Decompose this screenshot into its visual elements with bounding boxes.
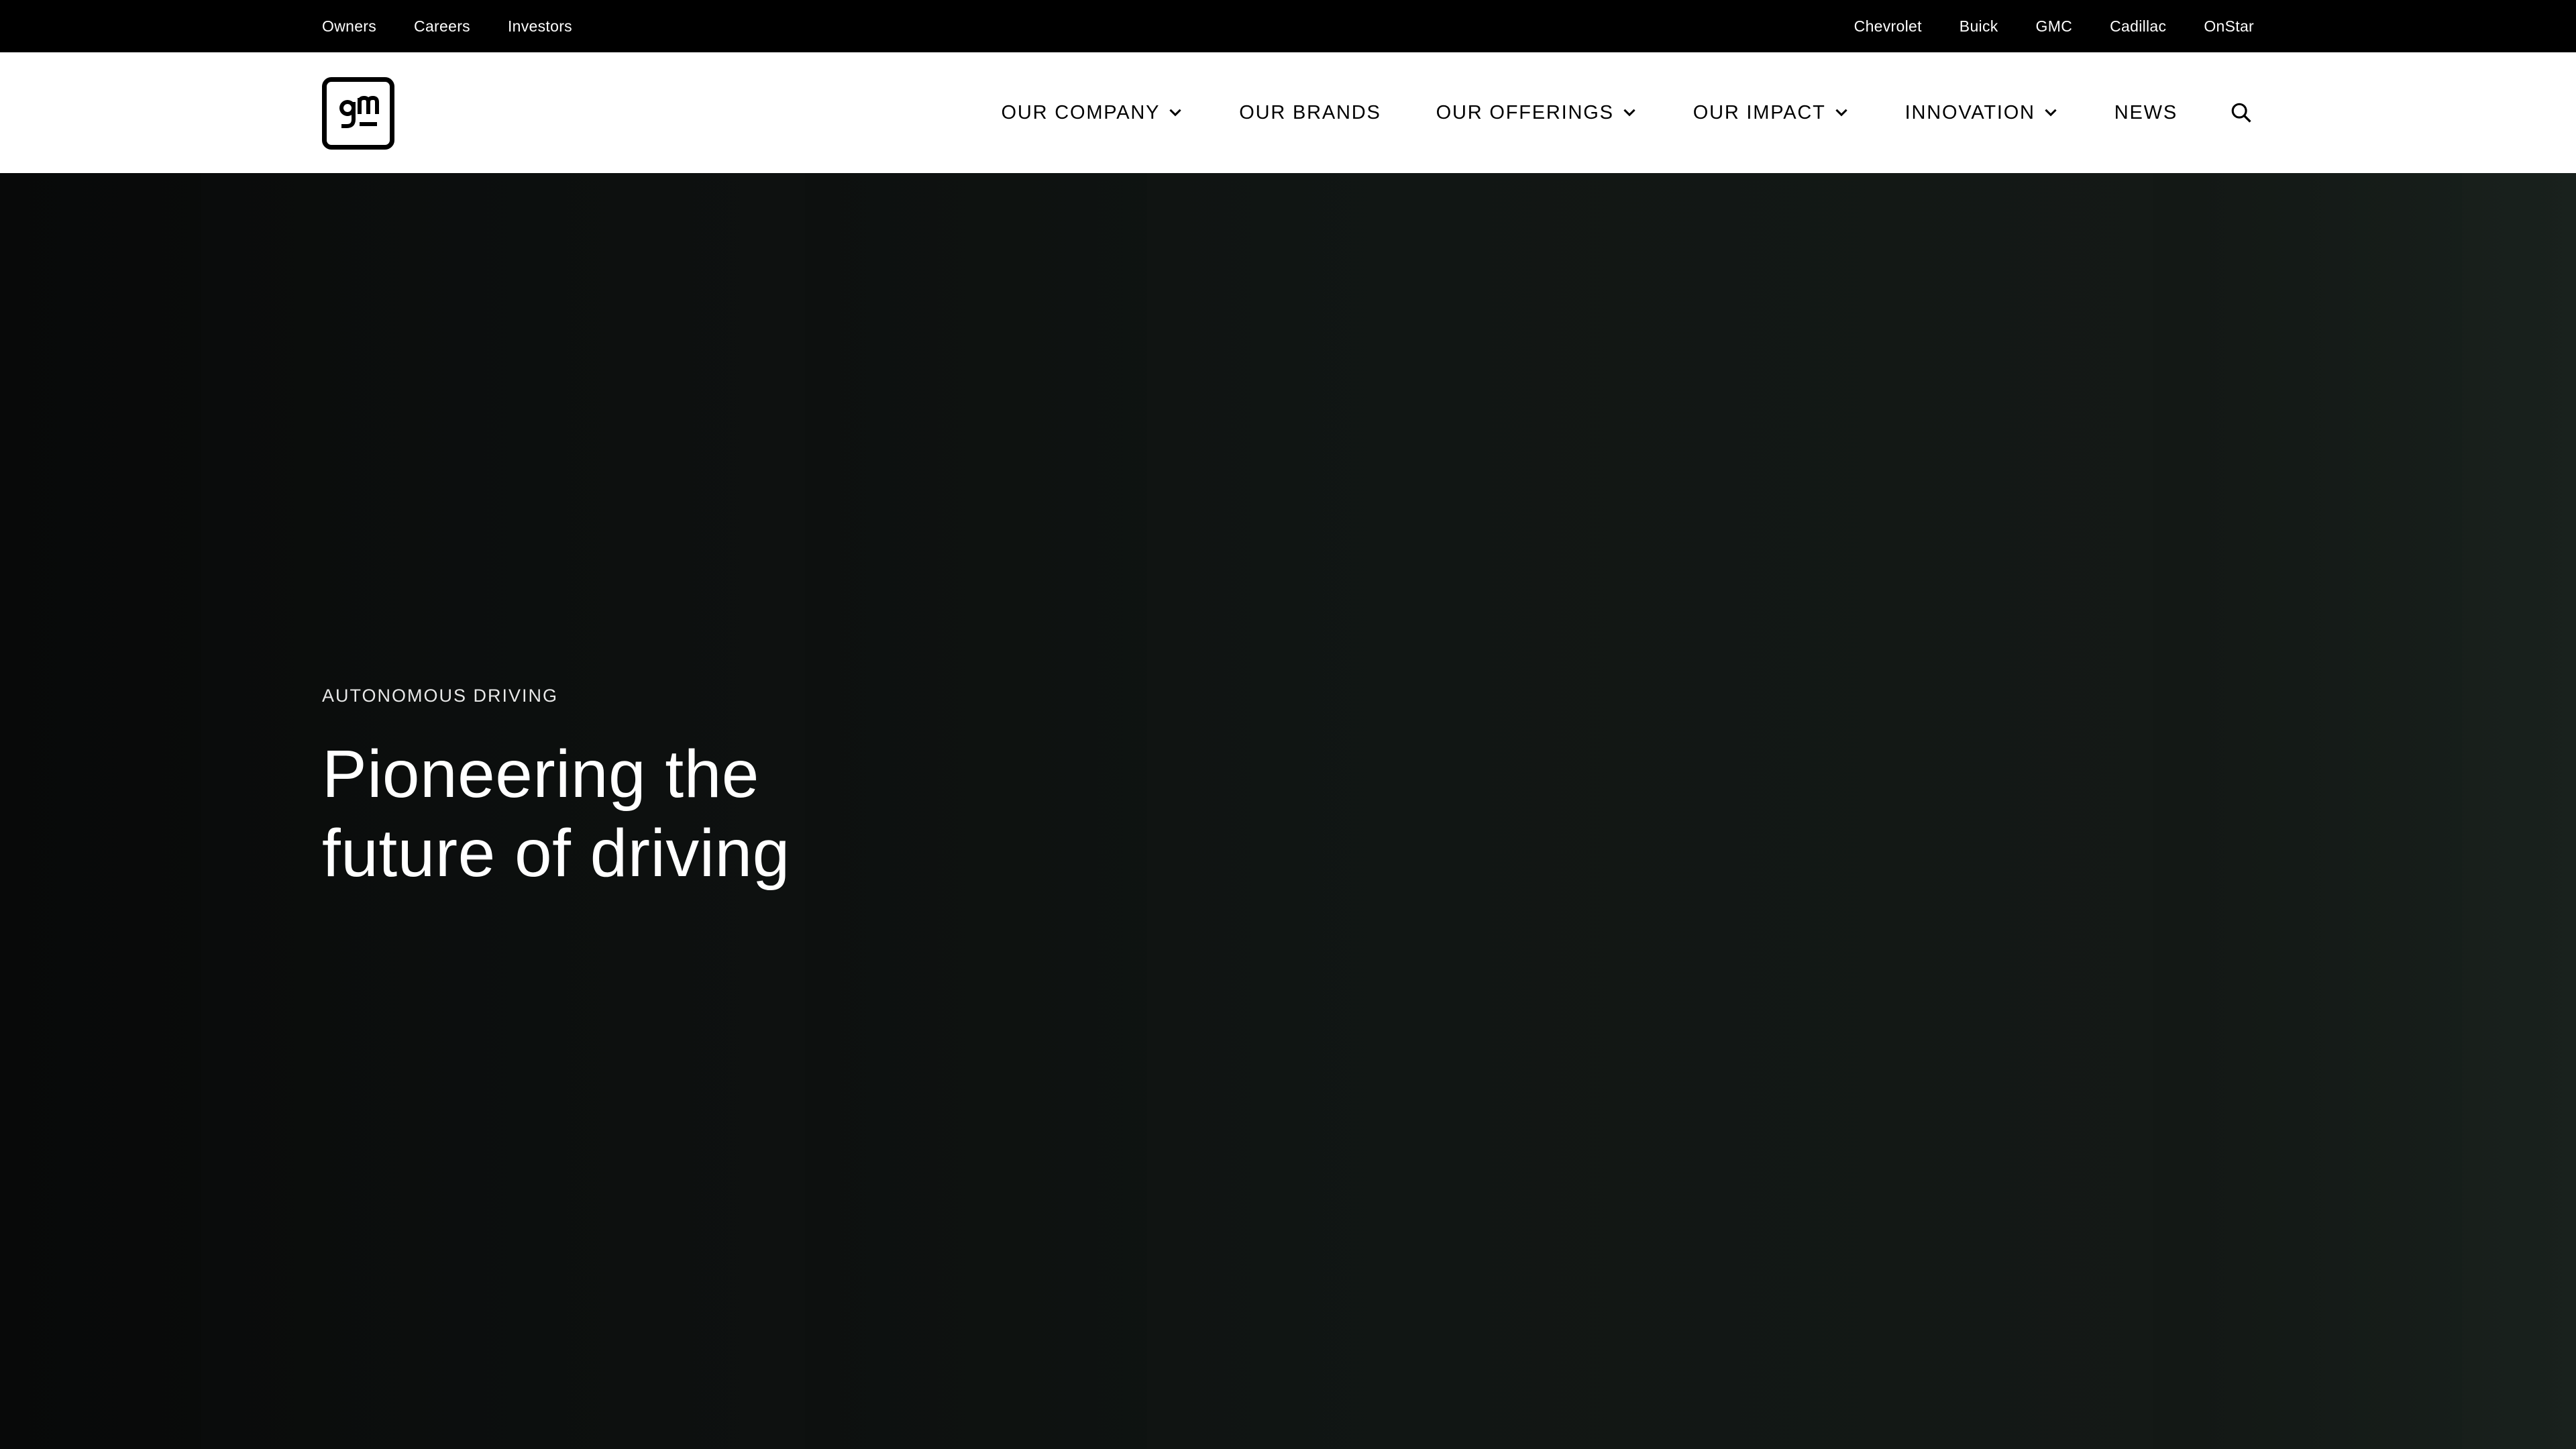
search-button[interactable]	[2229, 100, 2254, 125]
nav-label: OUR IMPACT	[1693, 101, 1826, 123]
brand-link-chevrolet[interactable]: Chevrolet	[1854, 17, 1922, 36]
brand-link-onstar[interactable]: OnStar	[2204, 17, 2254, 36]
chevron-down-icon	[2045, 109, 2057, 117]
gm-logo[interactable]	[322, 77, 394, 150]
hero-eyebrow: AUTONOMOUS DRIVING	[322, 686, 559, 706]
nav-our-offerings[interactable]: OUR OFFERINGS	[1436, 102, 1638, 124]
nav-news[interactable]: NEWS	[2114, 102, 2178, 124]
hero: AUTONOMOUS DRIVING Pioneering the future…	[0, 173, 2576, 1449]
utility-links-left: Owners Careers Investors	[322, 0, 610, 52]
utility-bar: Owners Careers Investors Chevrolet Buick…	[0, 0, 2576, 52]
nav-innovation[interactable]: INNOVATION	[1905, 102, 2059, 124]
hero-background-band	[2462, 173, 2576, 1449]
nav-our-impact[interactable]: OUR IMPACT	[1693, 102, 1850, 124]
search-icon	[2231, 103, 2251, 123]
brand-link-buick[interactable]: Buick	[1960, 17, 1998, 36]
chevron-down-icon	[1623, 109, 1635, 117]
page: Owners Careers Investors Chevrolet Buick…	[0, 0, 2576, 1449]
hero-content: AUTONOMOUS DRIVING Pioneering the future…	[322, 686, 1127, 893]
utility-links-right: Chevrolet Buick GMC Cadillac OnStar	[1817, 0, 2254, 52]
nav-label: INNOVATION	[1904, 101, 2035, 123]
utility-link-owners[interactable]: Owners	[322, 17, 376, 36]
hero-background-band	[1147, 173, 2153, 1449]
hero-title: Pioneering the future of driving	[322, 737, 790, 891]
chevron-down-icon	[1169, 109, 1181, 117]
gm-logo-mark	[339, 95, 379, 128]
main-header: OUR COMPANY OUR BRANDS OUR OFFERINGS OUR…	[0, 52, 2576, 173]
nav-label: OUR COMPANY	[1001, 101, 1161, 123]
nav-label: NEWS	[2114, 101, 2178, 123]
nav-label: OUR BRANDS	[1239, 101, 1381, 123]
primary-nav: OUR COMPANY OUR BRANDS OUR OFFERINGS OUR…	[1002, 52, 2254, 173]
nav-our-company[interactable]: OUR COMPANY	[1002, 102, 1185, 124]
utility-link-investors[interactable]: Investors	[508, 17, 572, 36]
brand-link-gmc[interactable]: GMC	[2036, 17, 2073, 36]
nav-our-brands[interactable]: OUR BRANDS	[1239, 102, 1381, 124]
nav-label: OUR OFFERINGS	[1436, 101, 1614, 123]
utility-link-careers[interactable]: Careers	[414, 17, 470, 36]
chevron-down-icon	[1835, 109, 1847, 117]
brand-link-cadillac[interactable]: Cadillac	[2110, 17, 2166, 36]
